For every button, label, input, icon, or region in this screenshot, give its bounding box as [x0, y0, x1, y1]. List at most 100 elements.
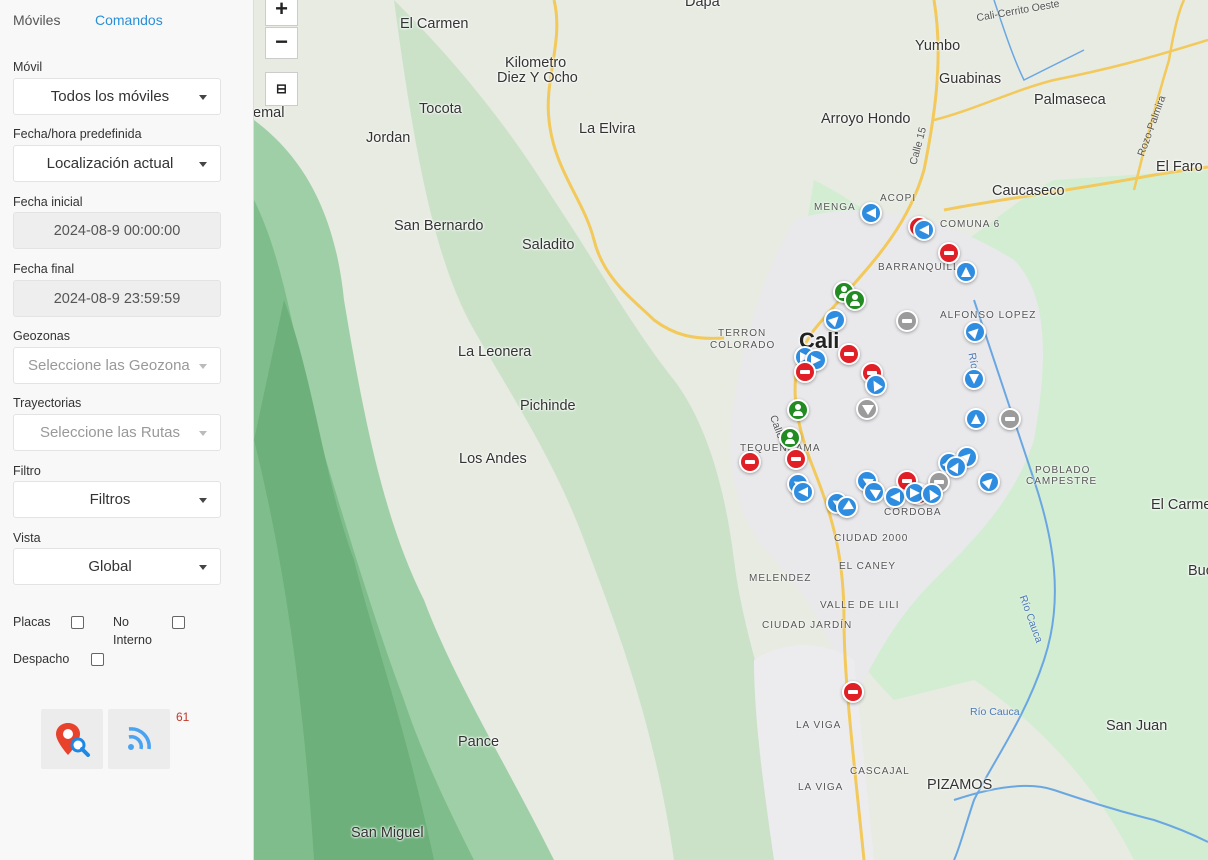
place-saladito: Saladito [522, 237, 575, 253]
rss-feed-icon [128, 727, 151, 750]
vista-select[interactable]: Global [13, 548, 221, 585]
tab-bar: Móviles Comandos [0, 0, 254, 40]
place-pizamos: PIZAMOS [927, 777, 993, 793]
place-san-bernardo: San Bernardo [394, 218, 484, 234]
placas-label: Placas [13, 615, 51, 629]
vehicle-marker-moving[interactable] [921, 483, 943, 505]
despacho-checkbox[interactable] [91, 653, 104, 666]
place-tocota: Tocota [419, 101, 462, 117]
place-diez-y-ocho: Diez Y Ocho [497, 70, 578, 86]
map-view[interactable]: + − ⊟ Dapa El Carmen Kilometro Diez Y Oc… [254, 0, 1208, 860]
nb-terron: TERRON [718, 328, 767, 339]
no-interno-checkbox[interactable] [172, 616, 185, 629]
chevron-down-icon [199, 364, 207, 369]
vehicle-marker-moving[interactable] [792, 481, 814, 503]
vehicle-marker-moving[interactable] [860, 202, 882, 224]
place-dapa: Dapa [685, 0, 720, 10]
layers-icon: ⊟ [276, 81, 287, 96]
vehicle-marker-stopped[interactable] [838, 343, 860, 365]
tab-comandos[interactable]: Comandos [95, 12, 163, 28]
place-el-carmen: El Carmen [400, 16, 469, 32]
nb-cascajal: CASCAJAL [850, 766, 910, 777]
river-cauca-horizontal: Río Cauca [970, 706, 1020, 718]
nb-comuna6: COMUNA 6 [940, 219, 1001, 230]
locate-search-button[interactable] [41, 709, 103, 769]
movil-select[interactable]: Todos los móviles [13, 78, 221, 115]
tab-moviles[interactable]: Móviles [13, 12, 60, 28]
place-san-miguel: San Miguel [351, 825, 424, 841]
nb-barranquilla: BARRANQUILLA [878, 262, 968, 273]
vehicle-marker-moving[interactable] [964, 321, 986, 343]
place-buc: Buc [1188, 563, 1208, 579]
vehicle-marker-moving[interactable] [913, 219, 935, 241]
fecha-inicial-label: Fecha inicial [13, 195, 83, 209]
nb-poblado: POBLADO [1035, 465, 1091, 476]
vehicle-marker-moving[interactable] [945, 456, 967, 478]
place-emal: emal [254, 105, 285, 121]
vehicle-marker-stopped[interactable] [785, 448, 807, 470]
zoom-out-button[interactable]: − [265, 27, 298, 59]
vehicle-marker-stopped[interactable] [842, 681, 864, 703]
place-jordan: Jordan [366, 130, 411, 146]
geozonas-label: Geozonas [13, 329, 70, 343]
filtro-select[interactable]: Filtros [13, 481, 221, 518]
vehicle-marker-stopped[interactable] [938, 242, 960, 264]
no-interno-label-line1: No [113, 615, 129, 629]
fecha-inicial-input[interactable] [13, 212, 221, 249]
vehicle-marker-idle[interactable] [856, 398, 878, 420]
vehicle-marker-moving[interactable] [865, 374, 887, 396]
nb-colorado: COLORADO [710, 340, 776, 351]
person-marker[interactable] [779, 427, 801, 449]
nb-melendez: MELENDEZ [749, 573, 812, 584]
vehicle-marker-moving[interactable] [884, 486, 906, 508]
trayectorias-select[interactable]: Seleccione las Rutas [13, 414, 221, 451]
nb-la-viga-2: LA VIGA [798, 782, 844, 793]
place-el-faro: El Faro [1156, 159, 1203, 175]
vehicle-marker-moving[interactable] [963, 368, 985, 390]
nb-el-caney: EL CANEY [839, 561, 897, 572]
person-marker[interactable] [844, 289, 866, 311]
movil-value: Todos los móviles [50, 88, 170, 105]
place-yumbo: Yumbo [915, 38, 961, 54]
despacho-label: Despacho [13, 652, 70, 666]
vehicle-marker-moving[interactable] [863, 481, 885, 503]
vehicle-marker-moving[interactable] [824, 309, 846, 331]
no-interno-label-line2: Interno [113, 633, 152, 647]
movil-label: Móvil [13, 60, 43, 74]
fecha-final-label: Fecha final [13, 262, 75, 276]
fecha-predefinida-select[interactable]: Localización actual [13, 145, 221, 182]
place-el-carme: El Carme [1151, 497, 1208, 513]
fecha-final-input[interactable] [13, 280, 221, 317]
place-pance: Pance [458, 734, 500, 750]
map-terrain [254, 0, 1208, 860]
chevron-down-icon [199, 498, 207, 503]
vehicle-marker-idle[interactable] [896, 310, 918, 332]
filtro-value: Filtros [89, 491, 131, 508]
placas-checkbox[interactable] [71, 616, 84, 629]
layers-button[interactable]: ⊟ [265, 72, 298, 106]
rss-feed-button[interactable] [108, 709, 170, 769]
trayectorias-placeholder: Seleccione las Rutas [39, 424, 181, 441]
vehicle-marker-moving[interactable] [978, 471, 1000, 493]
vehicle-marker-stopped[interactable] [794, 361, 816, 383]
place-la-elvira: La Elvira [579, 121, 636, 137]
vehicle-marker-stopped[interactable] [739, 451, 761, 473]
vehicle-marker-moving[interactable] [965, 408, 987, 430]
nb-campestre: CAMPESTRE [1026, 476, 1098, 487]
fecha-predefinida-value: Localización actual [46, 155, 174, 172]
vehicle-marker-moving[interactable] [955, 261, 977, 283]
geozonas-select[interactable]: Seleccione las Geozona [13, 347, 221, 384]
place-guabinas: Guabinas [939, 71, 1002, 87]
vista-label: Vista [13, 531, 41, 545]
place-caucaseco: Caucaseco [992, 183, 1065, 199]
person-marker[interactable] [787, 399, 809, 421]
nb-acopi: ACOPI [880, 193, 917, 204]
nb-la-viga-1: LA VIGA [796, 720, 842, 731]
vehicle-marker-idle[interactable] [999, 408, 1021, 430]
zoom-in-button[interactable]: + [265, 0, 298, 26]
place-la-leonera: La Leonera [458, 344, 532, 360]
filtro-label: Filtro [13, 464, 41, 478]
vehicle-marker-moving[interactable] [836, 496, 858, 518]
nb-menga: MENGA [814, 202, 856, 213]
place-pichinde: Pichinde [520, 398, 576, 414]
